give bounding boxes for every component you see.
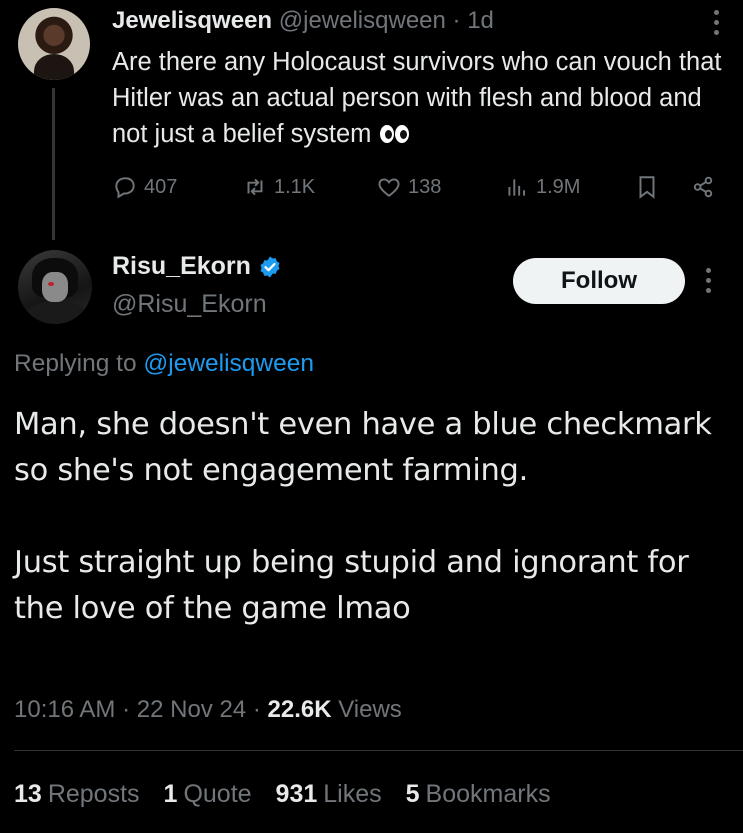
meta-separator: ·: [122, 696, 131, 723]
tweet-date[interactable]: 22 Nov 24: [137, 696, 246, 723]
divider: [14, 750, 743, 751]
like-action[interactable]: 138: [376, 174, 441, 200]
views-chart-icon: [508, 179, 526, 196]
engagement-stats: 13 Reposts 1 Quote 931 Likes 5 Bookmarks: [14, 780, 551, 809]
verified-badge-icon[interactable]: [258, 255, 282, 279]
like-count: 138: [408, 175, 442, 198]
parent-author-avatar[interactable]: [18, 8, 90, 80]
parent-more-options-icon[interactable]: [706, 10, 726, 35]
tweet-paragraph: Just straight up being stupid and ignora…: [14, 545, 689, 626]
parent-tweet-text: Are there any Holocaust survivors who ca…: [112, 44, 732, 153]
repost-count: 1.1K: [274, 175, 316, 198]
main-tweet-text: Man, she doesn't even have a blue checkm…: [14, 402, 734, 632]
main-more-options-icon[interactable]: [706, 268, 711, 293]
thread-connector-line: [52, 88, 55, 240]
meta-separator: ·: [452, 7, 461, 34]
share-action[interactable]: [690, 174, 716, 200]
reply-count: 407: [144, 175, 178, 198]
replying-to-link[interactable]: @jewelisqween: [143, 350, 314, 377]
main-author-name-row: Risu_Ekorn: [112, 252, 282, 281]
reposts-stat[interactable]: 13 Reposts: [14, 780, 140, 809]
repost-action[interactable]: 1.1K: [242, 174, 315, 200]
share-icon: [693, 176, 713, 198]
bookmarks-stat[interactable]: 5 Bookmarks: [406, 780, 551, 809]
parent-author-handle[interactable]: @jewelisqween: [279, 7, 446, 34]
parent-author-name[interactable]: Jewelisqween: [112, 7, 272, 34]
bookmark-action[interactable]: [634, 174, 660, 200]
eyes-emoji-icon: [380, 117, 410, 153]
quotes-stat[interactable]: 1 Quote: [164, 780, 252, 809]
repost-icon: [247, 178, 263, 196]
bookmark-icon: [639, 176, 655, 199]
replying-prefix: Replying to: [14, 350, 137, 377]
main-author-avatar[interactable]: [18, 250, 92, 324]
follow-button[interactable]: Follow: [513, 258, 685, 304]
views-action[interactable]: 1.9M: [504, 174, 580, 200]
tweet-time[interactable]: 10:16 AM: [14, 696, 115, 723]
heart-icon: [378, 178, 400, 197]
likes-stat[interactable]: 931 Likes: [276, 780, 382, 809]
views-count: 1.9M: [536, 175, 581, 198]
main-author-handle[interactable]: @Risu_Ekorn: [112, 290, 267, 319]
views-label: Views: [338, 696, 402, 723]
tweet-paragraph: Man, she doesn't even have a blue checkm…: [14, 407, 712, 488]
replying-to-line: Replying to @jewelisqween: [14, 350, 314, 378]
main-author-name[interactable]: Risu_Ekorn: [112, 252, 251, 281]
parent-tweet-body: Are there any Holocaust survivors who ca…: [112, 48, 722, 148]
meta-separator: ·: [252, 696, 261, 723]
reply-action[interactable]: 407: [112, 174, 177, 200]
views-total: 22.6K: [267, 696, 332, 723]
parent-tweet-age[interactable]: 1d: [467, 7, 494, 34]
parent-action-bar: 407 1.1K 138 1.9M: [112, 170, 722, 210]
reply-icon: [115, 177, 135, 199]
parent-author-header: Jewelisqween @jewelisqween · 1d: [112, 7, 494, 35]
tweet-timestamp: 10:16 AM · 22 Nov 24 · 22.6K Views: [14, 696, 402, 724]
